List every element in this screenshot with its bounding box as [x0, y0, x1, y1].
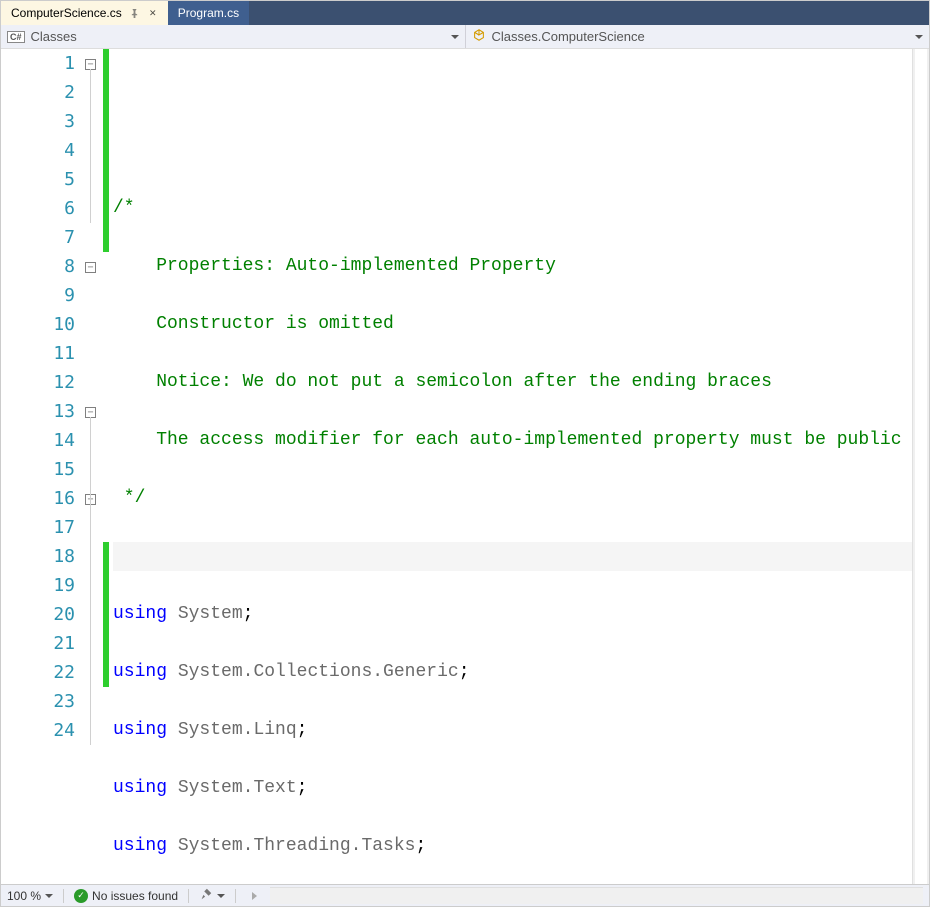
line-number: 22	[15, 658, 75, 687]
code-editor[interactable]: 1 2 3 4 5 6 7 8 9 10 11 12 13 14 15 16 1…	[1, 49, 929, 884]
code-line: */	[113, 484, 912, 513]
nav-project-label: Classes	[31, 29, 77, 44]
line-number: 10	[15, 310, 75, 339]
tab-label: ComputerScience.cs	[11, 6, 122, 20]
line-number-gutter: 1 2 3 4 5 6 7 8 9 10 11 12 13 14 15 16 1…	[15, 49, 85, 884]
zoom-dropdown[interactable]: 100 %	[7, 889, 53, 903]
line-number: 6	[15, 194, 75, 223]
line-number: 14	[15, 426, 75, 455]
code-line: using System.Text;	[113, 774, 912, 803]
code-line: Properties: Auto-implemented Property	[113, 252, 912, 281]
close-icon[interactable]	[148, 8, 158, 18]
fold-guide	[90, 69, 91, 223]
indicator-margin	[1, 49, 15, 884]
horizontal-scrollbar[interactable]	[270, 887, 923, 904]
line-number: 1	[15, 49, 75, 78]
nav-bar: C# Classes Classes.ComputerScience	[1, 25, 929, 49]
tab-bar: ComputerScience.cs Program.cs	[1, 1, 929, 25]
line-number: 19	[15, 571, 75, 600]
status-bar: 100 % No issues found	[1, 884, 929, 906]
tab-label: Program.cs	[178, 6, 239, 20]
issues-label: No issues found	[92, 889, 178, 903]
check-circle-icon	[74, 889, 88, 903]
line-number: 12	[15, 368, 75, 397]
chevron-down-icon	[451, 35, 459, 39]
fold-toggle-icon[interactable]	[85, 262, 96, 273]
tab-computerscience[interactable]: ComputerScience.cs	[1, 1, 168, 25]
code-line: using System.Linq;	[113, 716, 912, 745]
zoom-label: 100 %	[7, 889, 41, 903]
line-number: 13	[15, 397, 75, 426]
fold-guide	[90, 417, 91, 745]
divider	[235, 889, 236, 903]
change-indicator	[103, 49, 109, 252]
code-line: using System.Threading.Tasks;	[113, 832, 912, 861]
code-line: using System;	[113, 600, 912, 629]
divider	[63, 889, 64, 903]
line-number: 3	[15, 107, 75, 136]
line-number: 23	[15, 687, 75, 716]
line-number: 24	[15, 716, 75, 745]
scroll-thumb[interactable]	[915, 49, 927, 884]
line-number: 18	[15, 542, 75, 571]
code-line: /*	[113, 194, 912, 223]
code-line: Constructor is omitted	[113, 310, 912, 339]
tab-program[interactable]: Program.cs	[168, 1, 249, 25]
nav-class-label: Classes.ComputerScience	[492, 29, 645, 44]
line-number: 17	[15, 513, 75, 542]
brush-icon	[199, 887, 213, 904]
line-number: 2	[15, 78, 75, 107]
class-icon	[472, 28, 486, 45]
nav-project-dropdown[interactable]: C# Classes	[1, 25, 466, 48]
line-number: 16	[15, 484, 75, 513]
code-area[interactable]: /* Properties: Auto-implemented Property…	[103, 49, 912, 884]
line-number: 15	[15, 455, 75, 484]
code-line: The access modifier for each auto-implem…	[113, 426, 912, 455]
fold-column	[85, 49, 103, 884]
line-number: 8	[15, 252, 75, 281]
scroll-left-icon[interactable]	[252, 892, 260, 900]
csharp-badge-icon: C#	[7, 31, 25, 43]
issues-indicator[interactable]: No issues found	[74, 889, 178, 903]
cleanup-dropdown[interactable]	[199, 887, 225, 904]
chevron-down-icon	[915, 35, 923, 39]
vertical-scrollbar[interactable]	[912, 49, 929, 884]
chevron-down-icon	[217, 894, 225, 898]
code-line	[113, 542, 912, 571]
code-line: using System.Collections.Generic;	[113, 658, 912, 687]
line-number: 9	[15, 281, 75, 310]
change-indicator	[103, 542, 109, 687]
line-number: 21	[15, 629, 75, 658]
nav-class-dropdown[interactable]: Classes.ComputerScience	[466, 25, 930, 48]
line-number: 20	[15, 600, 75, 629]
divider	[188, 889, 189, 903]
line-number: 11	[15, 339, 75, 368]
line-number: 5	[15, 165, 75, 194]
line-number: 7	[15, 223, 75, 252]
code-line: Notice: We do not put a semicolon after …	[113, 368, 912, 397]
chevron-down-icon	[45, 894, 53, 898]
pin-icon[interactable]	[130, 8, 140, 18]
line-number: 4	[15, 136, 75, 165]
